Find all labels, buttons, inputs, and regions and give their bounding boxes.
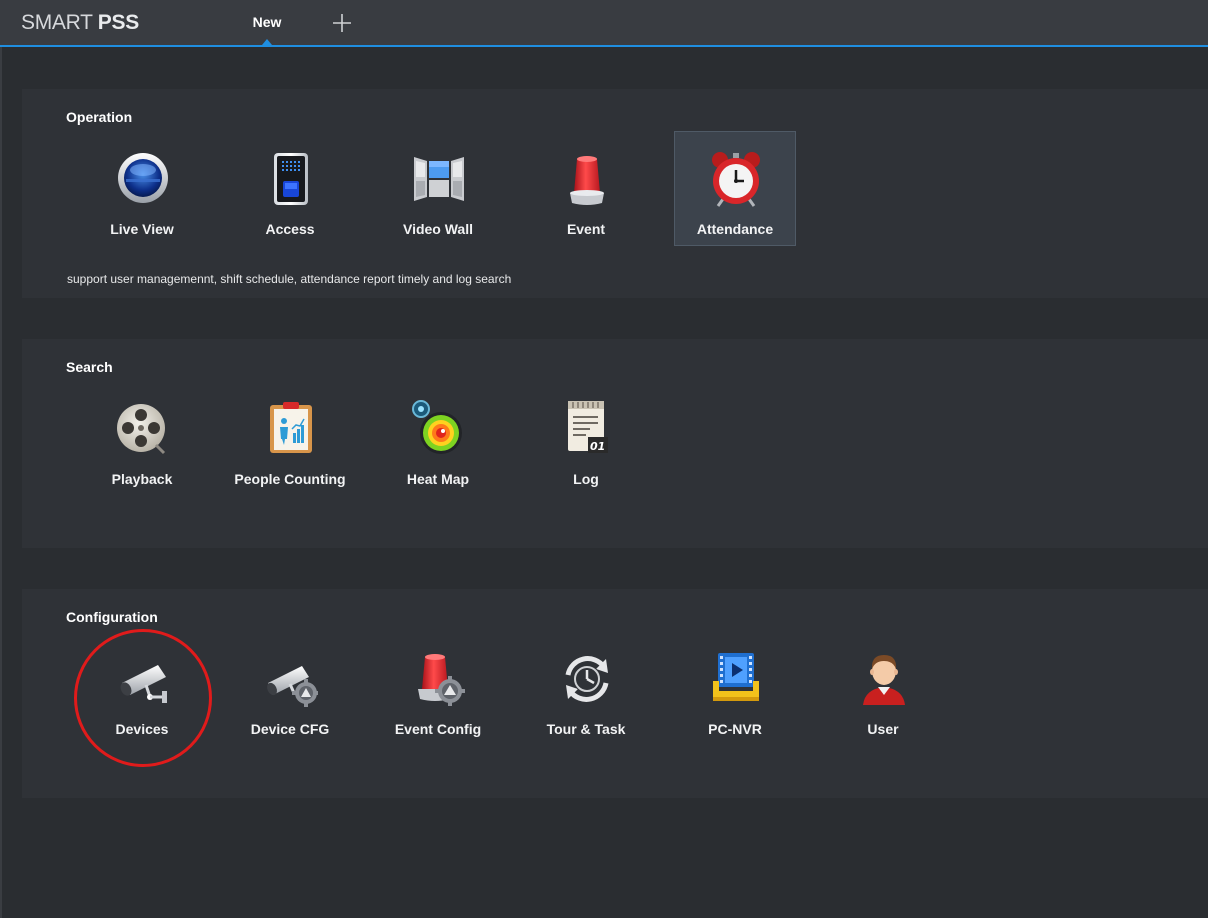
search-panel: Search Playback People Counting Heat Map… [22, 339, 1208, 548]
alarm-clock-icon [712, 152, 760, 207]
pc-nvr-icon [713, 653, 759, 701]
operation-panel: Operation Live View Access Video Wall Ev… [22, 89, 1208, 298]
access-icon [274, 153, 308, 205]
event-alarm-icon [570, 156, 604, 205]
section-title-search: Search [66, 359, 113, 375]
tile-attendance[interactable]: Attendance [674, 131, 796, 246]
tile-user[interactable]: User [822, 631, 944, 746]
app-logo-light: SMART [21, 11, 98, 34]
tile-label: Attendance [696, 221, 774, 237]
tile-label: Device CFG [250, 721, 330, 737]
add-tab-button[interactable] [330, 10, 354, 36]
section-title-operation: Operation [66, 109, 133, 125]
tile-access[interactable]: Access [229, 131, 351, 246]
tile-tour-task[interactable]: Tour & Task [525, 631, 647, 746]
user-icon [863, 655, 905, 705]
tile-label: Video Wall [402, 221, 473, 237]
tile-label: Event [566, 221, 606, 237]
tile-log[interactable]: 01 Log [525, 381, 647, 496]
tile-label: Devices [115, 721, 169, 737]
title-bar: SMART PSS New [0, 0, 1208, 47]
tile-video-wall[interactable]: Video Wall [377, 131, 499, 246]
tile-label: People Counting [234, 471, 346, 487]
active-tab-indicator [262, 39, 272, 45]
tile-device-cfg[interactable]: Device CFG [229, 631, 351, 746]
heat-map-icon [412, 400, 462, 454]
tile-label: Log [573, 471, 599, 487]
plus-icon [333, 14, 351, 32]
tile-label: Heat Map [406, 471, 470, 487]
camera-icon [120, 665, 167, 703]
tile-label: Event Config [394, 721, 482, 737]
window-edge [0, 47, 2, 918]
tile-devices[interactable]: Devices [81, 631, 203, 746]
tile-live-view[interactable]: Live View [81, 131, 203, 246]
tile-event[interactable]: Event [525, 131, 647, 246]
camera-gear-icon [267, 666, 318, 707]
tile-heat-map[interactable]: Heat Map [377, 381, 499, 496]
configuration-panel: Configuration Devices Device CFG Event C… [22, 589, 1208, 798]
tile-label: Access [265, 221, 315, 237]
section-title-configuration: Configuration [66, 609, 158, 625]
tile-label: User [867, 721, 899, 737]
video-wall-icon [414, 157, 464, 201]
people-counting-icon [270, 402, 312, 453]
tile-playback[interactable]: Playback [81, 381, 203, 496]
log-icon: 01 [568, 401, 608, 453]
app-logo: SMART PSS [21, 11, 139, 35]
tile-pc-nvr[interactable]: PC-NVR [674, 631, 796, 746]
tile-event-config[interactable]: Event Config [377, 631, 499, 746]
tile-label: Tour & Task [546, 721, 626, 737]
alarm-gear-icon [418, 654, 465, 706]
live-view-icon [118, 153, 168, 203]
svg-text:01: 01 [590, 440, 605, 453]
app-logo-bold: PSS [97, 11, 139, 34]
tile-label: Live View [110, 221, 174, 237]
section-description: support user managemennt, shift schedule… [67, 272, 512, 286]
tour-task-icon [565, 656, 609, 702]
film-reel-icon [117, 404, 166, 455]
tile-label: Playback [111, 471, 173, 487]
tile-people-counting[interactable]: People Counting [229, 381, 351, 496]
tile-label: PC-NVR [708, 721, 762, 737]
